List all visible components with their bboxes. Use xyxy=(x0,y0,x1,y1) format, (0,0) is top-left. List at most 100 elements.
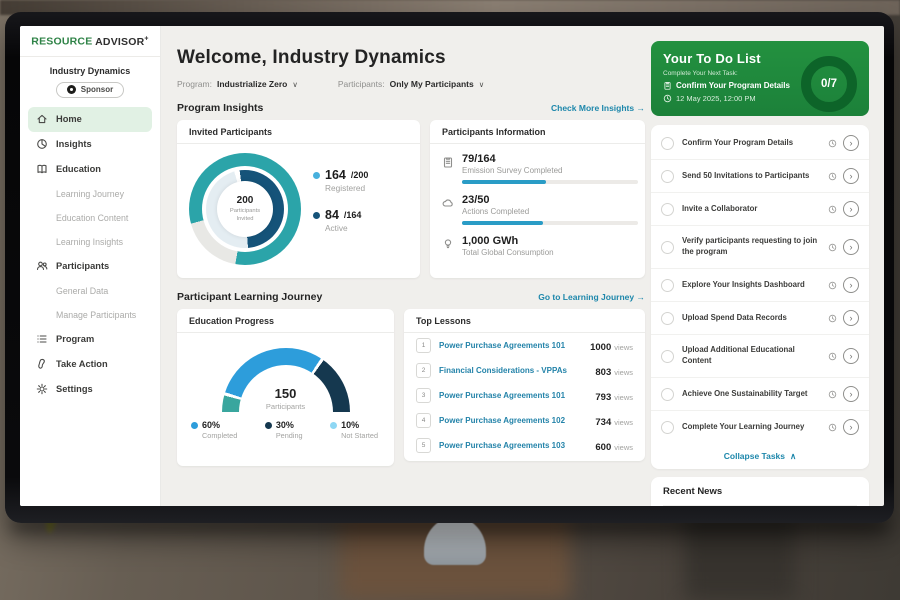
invited-participants-card: Invited Participants 200 Participants In… xyxy=(177,120,420,278)
progress-bar xyxy=(462,180,638,184)
lesson-row: 1 Power Purchase Agreements 101 1000view… xyxy=(404,333,645,358)
page-title: Welcome, Industry Dynamics xyxy=(177,47,645,69)
check-more-insights-link[interactable]: Check More Insights → xyxy=(551,103,645,113)
clock-icon xyxy=(828,172,837,181)
go-to-learning-journey-link[interactable]: Go to Learning Journey → xyxy=(538,292,645,302)
sidebar-item-home[interactable]: Home xyxy=(28,107,152,132)
sidebar-item-manage-participants[interactable]: Manage Participants xyxy=(28,303,152,327)
legend-registered: 164 /200 Registered xyxy=(313,168,368,193)
clock-icon xyxy=(828,205,837,214)
participants-filter[interactable]: Participants: Only My Participants ∨ xyxy=(338,79,484,89)
gauge-center-value: 150 xyxy=(177,386,394,401)
todo-go-button[interactable]: › xyxy=(843,419,859,435)
todo-go-button[interactable]: › xyxy=(843,201,859,217)
lesson-link[interactable]: Financial Considerations - VPPAs xyxy=(439,366,595,375)
clock-icon xyxy=(663,94,672,103)
settings-icon xyxy=(36,383,48,395)
lesson-link[interactable]: Power Purchase Agreements 103 xyxy=(439,441,595,450)
todo-go-button[interactable]: › xyxy=(843,386,859,402)
todo-go-button[interactable]: › xyxy=(843,277,859,293)
todo-checkbox[interactable] xyxy=(661,388,674,401)
todo-item[interactable]: Upload Additional Educational Content › xyxy=(651,335,869,378)
learning-journey-header: Participant Learning Journey Go to Learn… xyxy=(177,291,645,303)
education-progress-card: Education Progress 150 Participants 60% … xyxy=(177,309,394,466)
sidebar-item-settings[interactable]: Settings xyxy=(28,377,152,402)
stat-emission-survey: 79/164 Emission Survey Completed xyxy=(442,153,631,184)
clock-icon xyxy=(828,423,837,432)
top-lessons-card: Top Lessons 1 Power Purchase Agreements … xyxy=(404,309,645,461)
actions-icon xyxy=(442,197,454,209)
legend-completed: 60% Completed xyxy=(191,420,237,440)
lesson-row: 3 Power Purchase Agreements 101 793views xyxy=(404,383,645,408)
todo-item[interactable]: Achieve One Sustainability Target › xyxy=(651,378,869,411)
lesson-link[interactable]: Power Purchase Agreements 101 xyxy=(439,341,590,350)
todo-checkbox[interactable] xyxy=(661,170,674,183)
collapse-tasks-link[interactable]: Collapse Tasks ∧ xyxy=(651,443,869,469)
todo-checkbox[interactable] xyxy=(661,203,674,216)
lesson-link[interactable]: Power Purchase Agreements 102 xyxy=(439,416,595,425)
sidebar-item-education-content[interactable]: Education Content xyxy=(28,206,152,230)
home-icon xyxy=(36,113,48,125)
recent-news-card: Recent News xyxy=(651,477,869,506)
todo-checkbox[interactable] xyxy=(661,241,674,254)
clock-icon xyxy=(828,314,837,323)
clock-icon xyxy=(828,243,837,252)
legend-dot xyxy=(313,212,320,219)
chevron-up-icon: ∧ xyxy=(790,451,796,462)
legend-dot xyxy=(330,422,337,429)
todo-checkbox[interactable] xyxy=(661,421,674,434)
program-filter[interactable]: Program: Industrialize Zero ∨ xyxy=(177,79,298,89)
photo-stage: RESOURCE ADVISOR+ Industry Dynamics Spon… xyxy=(0,0,900,600)
legend-pending: 30% Pending xyxy=(265,420,303,440)
lesson-row: 5 Power Purchase Agreements 103 600views xyxy=(404,433,645,458)
sidebar-menu: Home Insights Education Learning Journey… xyxy=(20,107,160,402)
sponsor-badge-label: Sponsor xyxy=(81,85,113,94)
lesson-link[interactable]: Power Purchase Agreements 101 xyxy=(439,391,595,400)
legend-dot xyxy=(265,422,272,429)
arrow-right-icon: → xyxy=(637,292,646,302)
donut-center: 200 Participants Invited xyxy=(217,181,273,237)
todo-item[interactable]: Confirm Your Program Details › xyxy=(651,127,869,160)
survey-icon xyxy=(442,156,454,168)
sidebar-item-insights[interactable]: Insights xyxy=(28,132,152,157)
todo-go-button[interactable]: › xyxy=(843,168,859,184)
rank-badge: 2 xyxy=(416,363,431,378)
todo-go-button[interactable]: › xyxy=(843,135,859,151)
legend-not-started: 10% Not Started xyxy=(330,420,378,440)
todo-checkbox[interactable] xyxy=(661,279,674,292)
clock-icon xyxy=(828,139,837,148)
legend-active: 84 /164 Active xyxy=(313,208,368,233)
legend-dot xyxy=(191,422,198,429)
rank-badge: 1 xyxy=(416,338,431,353)
clock-icon xyxy=(828,352,837,361)
todo-checkbox[interactable] xyxy=(661,137,674,150)
donut-legend: 164 /200 Registered 84 /164 xyxy=(313,168,368,265)
sidebar-item-learning-journey[interactable]: Learning Journey xyxy=(28,182,152,206)
todo-item[interactable]: Verify participants requesting to join t… xyxy=(651,226,869,269)
insights-cards-row: Invited Participants 200 Participants In… xyxy=(177,120,645,278)
todo-item[interactable]: Complete Your Learning Journey › xyxy=(651,411,869,443)
sponsor-badge[interactable]: Sponsor xyxy=(56,82,124,98)
todo-checkbox[interactable] xyxy=(661,350,674,363)
dashboard-screen: RESOURCE ADVISOR+ Industry Dynamics Spon… xyxy=(20,26,884,506)
sidebar-item-program[interactable]: Program xyxy=(28,327,152,352)
rank-badge: 3 xyxy=(416,388,431,403)
todo-item[interactable]: Explore Your Insights Dashboard › xyxy=(651,269,869,302)
sidebar-item-participants[interactable]: Participants xyxy=(28,254,152,279)
todo-item[interactable]: Send 50 Invitations to Participants › xyxy=(651,160,869,193)
todo-go-button[interactable]: › xyxy=(843,239,859,255)
todo-checkbox[interactable] xyxy=(661,312,674,325)
program-icon xyxy=(36,333,48,345)
todo-panel: Your To Do List Complete Your Next Task:… xyxy=(651,41,869,506)
todo-item[interactable]: Invite a Collaborator › xyxy=(651,193,869,226)
stat-global-consumption: 1,000 GWh Total Global Consumption xyxy=(442,235,631,257)
sidebar-item-general-data[interactable]: General Data xyxy=(28,279,152,303)
sidebar-item-education[interactable]: Education xyxy=(28,157,152,182)
insights-icon xyxy=(36,138,48,150)
sidebar-item-learning-insights[interactable]: Learning Insights xyxy=(28,230,152,254)
todo-go-button[interactable]: › xyxy=(843,348,859,364)
todo-summary-card: Your To Do List Complete Your Next Task:… xyxy=(651,41,869,116)
sidebar-item-take-action[interactable]: Take Action xyxy=(28,352,152,377)
todo-go-button[interactable]: › xyxy=(843,310,859,326)
todo-item[interactable]: Upload Spend Data Records › xyxy=(651,302,869,335)
